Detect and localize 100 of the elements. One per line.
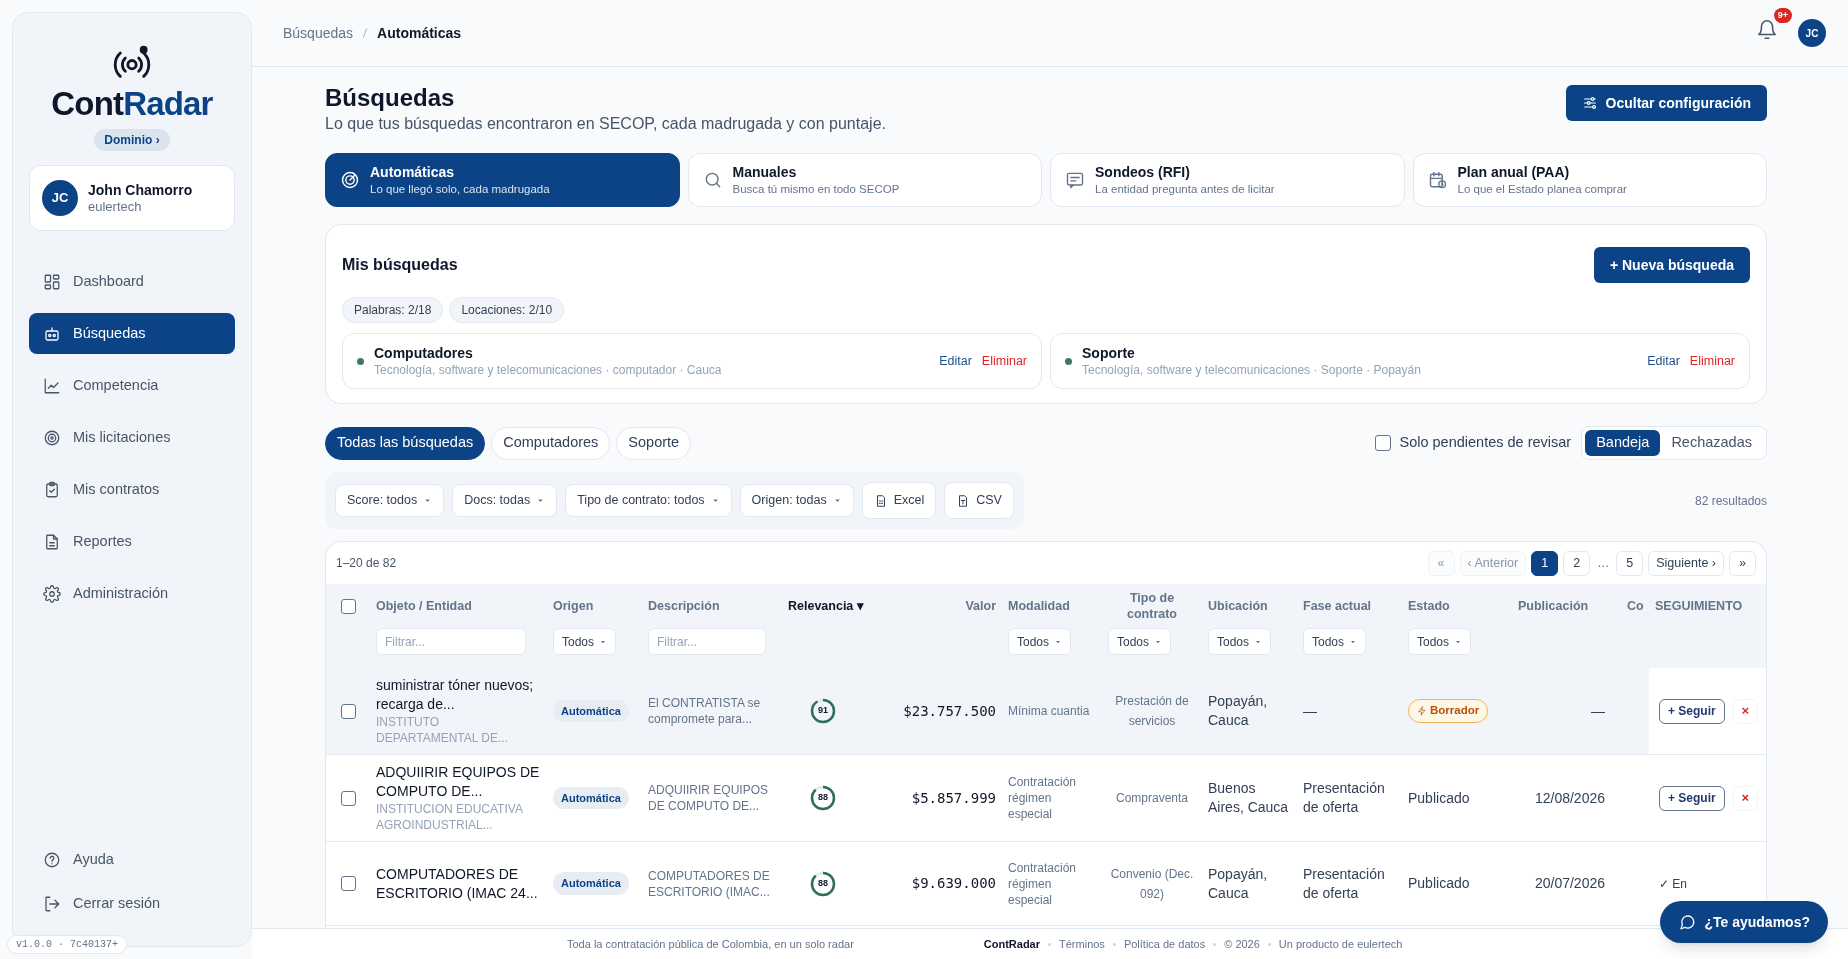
column-header[interactable]: Co [1627,596,1644,616]
location-text: Buenos Aires, Cauca [1208,779,1290,817]
sidebar-item[interactable]: Ayuda [29,842,235,878]
sidebar-item[interactable]: Dashboard [29,261,235,302]
follow-button[interactable]: + Seguir [1659,698,1725,724]
column-header[interactable]: Valor [965,596,996,616]
edit-link[interactable]: Editar [1647,351,1680,371]
score-value: 91 [818,704,828,718]
delete-link[interactable]: Eliminar [1689,351,1735,371]
view-tab[interactable]: Rechazadas [1660,430,1763,456]
column-filter-dropdown[interactable]: Todos [1408,628,1472,655]
status-text: Publicado [1408,788,1470,808]
document-icon [43,532,61,551]
column-filter-dropdown[interactable]: Todos [1108,628,1172,655]
column-header[interactable]: Ubicación [1208,596,1268,616]
column-header[interactable]: Modalidad [1008,596,1070,616]
view-tab[interactable]: Bandeja [1585,430,1661,456]
lightning-icon [1417,706,1427,716]
checkbox[interactable] [1375,435,1392,451]
filter-dropdown[interactable]: Tipo de contrato: todos [565,484,732,517]
breadcrumb-link[interactable]: Búsquedas [283,22,354,44]
mode-subtitle: La entidad pregunta antes de licitar [1095,182,1275,197]
footer-link[interactable]: Términos [1059,935,1105,953]
filter-dropdown[interactable]: Score: todos [335,484,445,517]
sidebar-item[interactable]: Administración [29,573,235,614]
dismiss-button[interactable]: × [1732,785,1758,811]
contract-type-text: Convenio (Dec. 092) [1109,865,1195,903]
search-filter-chip[interactable]: Computadores [491,426,611,460]
filter-dropdown[interactable]: Origen: todas [739,484,854,517]
export-button[interactable]: CSV [944,482,1014,519]
page-button[interactable]: 1 [1531,550,1559,576]
column-header[interactable]: Tipo de contrato [1108,590,1196,622]
pagination-button[interactable]: » [1729,550,1756,576]
target-icon [43,428,61,447]
dismiss-button[interactable]: × [1732,698,1758,724]
column-header[interactable]: Fase actual [1303,596,1372,616]
footer-link[interactable]: Política de datos [1123,935,1206,953]
trend-chart-icon [43,376,61,395]
help-chat-button[interactable]: ¿Te ayudamos? [1660,901,1828,943]
column-header[interactable]: Objeto / Entidad [376,596,472,616]
checkbox[interactable] [340,598,356,614]
page-button[interactable]: 5 [1616,550,1644,576]
column-filter-dropdown[interactable]: Todos [1303,628,1367,655]
description-text: El CONTRATISTA se compromete para... [648,695,762,727]
column-filter-dropdown[interactable]: Todos [1008,628,1072,655]
column-filter-dropdown[interactable]: Todos [1208,628,1272,655]
delete-link[interactable]: Eliminar [981,351,1027,371]
footer-link[interactable]: Un producto de eulertech [1278,935,1403,953]
mode-tab[interactable]: Automáticas Lo que llegó solo, cada madrugada [325,153,680,207]
calendar-clock-icon [1427,170,1448,190]
mode-subtitle: Lo que llegó solo, cada madrugada [370,182,550,197]
column-header[interactable]: Estado [1408,596,1450,616]
mode-tab[interactable]: Manuales Busca tú mismo en todo SECOP [687,153,1042,207]
edit-link[interactable]: Editar [939,351,972,371]
value-amount: $9.639.000 [911,874,996,893]
column-header[interactable]: Descripción [648,596,720,616]
domain-button[interactable]: Dominio › [94,129,170,151]
score-value: 88 [818,876,828,890]
sidebar-item[interactable]: Mis contratos [29,469,235,510]
column-filter-field[interactable]: Filtrar... [376,628,526,655]
checkbox[interactable] [340,703,356,719]
export-button[interactable]: Excel [861,482,937,519]
sidebar-item[interactable]: Competencia [29,365,235,406]
column-header[interactable]: Publicación [1518,596,1589,616]
pagination-button[interactable]: Siguiente › [1648,550,1724,576]
sidebar-item[interactable]: Mis licitaciones [29,417,235,458]
sidebar-item[interactable]: Búsquedas [29,313,235,354]
column-filter-dropdown[interactable]: Todos [553,628,617,655]
mode-tab[interactable]: Plan anual (PAA) Lo que el Estado planea comprar [1412,153,1767,207]
search-name: Soporte [1082,344,1136,362]
page-button[interactable]: 2 [1563,550,1591,576]
mode-title: Automáticas [370,163,456,181]
publication-date: — [1591,701,1605,721]
column-header[interactable]: Relevancia ▾ [788,596,864,616]
column-header[interactable]: SEGUIMIENTO [1655,596,1743,616]
filter-dropdown[interactable]: Docs: todas [452,484,558,517]
sidebar-item[interactable]: Reportes [29,521,235,562]
section-title: Mis búsquedas [342,255,458,275]
search-filter-chip[interactable]: Soporte [616,426,692,460]
column-header[interactable]: Origen [553,596,594,616]
bell-icon [1756,18,1778,41]
checkbox[interactable] [340,790,356,806]
footer-link[interactable]: © 2026 [1224,935,1260,953]
footer-tagline: Toda la contratación pública de Colombia, en un solo radar [567,936,854,952]
notification-badge: 9+ [1773,7,1792,23]
checkbox[interactable] [340,876,356,891]
description-text: ADQUIIRIR EQUIPOS DE COMPUTO DE... [648,782,770,814]
mode-tab[interactable]: Sondeos (RFI) La entidad pregunta antes de licitar [1050,153,1405,207]
column-filter-field[interactable]: Filtrar... [648,628,766,655]
chat-bubble-icon [1678,913,1697,931]
mode-title: Manuales [732,163,798,181]
hide-settings-button[interactable]: Ocultar configuración [1565,85,1767,121]
new-search-button[interactable]: + Nueva búsqueda [1593,247,1750,283]
follow-button[interactable]: + Seguir [1659,785,1725,811]
search-filter-chip[interactable]: Todas las búsquedas [325,426,486,460]
user-avatar[interactable]: JC [1798,19,1826,47]
search-details: Tecnología, software y telecomunicaciones · computador · Cauca [374,362,723,378]
sidebar-item[interactable]: Cerrar sesión [29,886,235,922]
status-badge: Borrador [1408,699,1489,723]
help-icon [43,851,61,869]
